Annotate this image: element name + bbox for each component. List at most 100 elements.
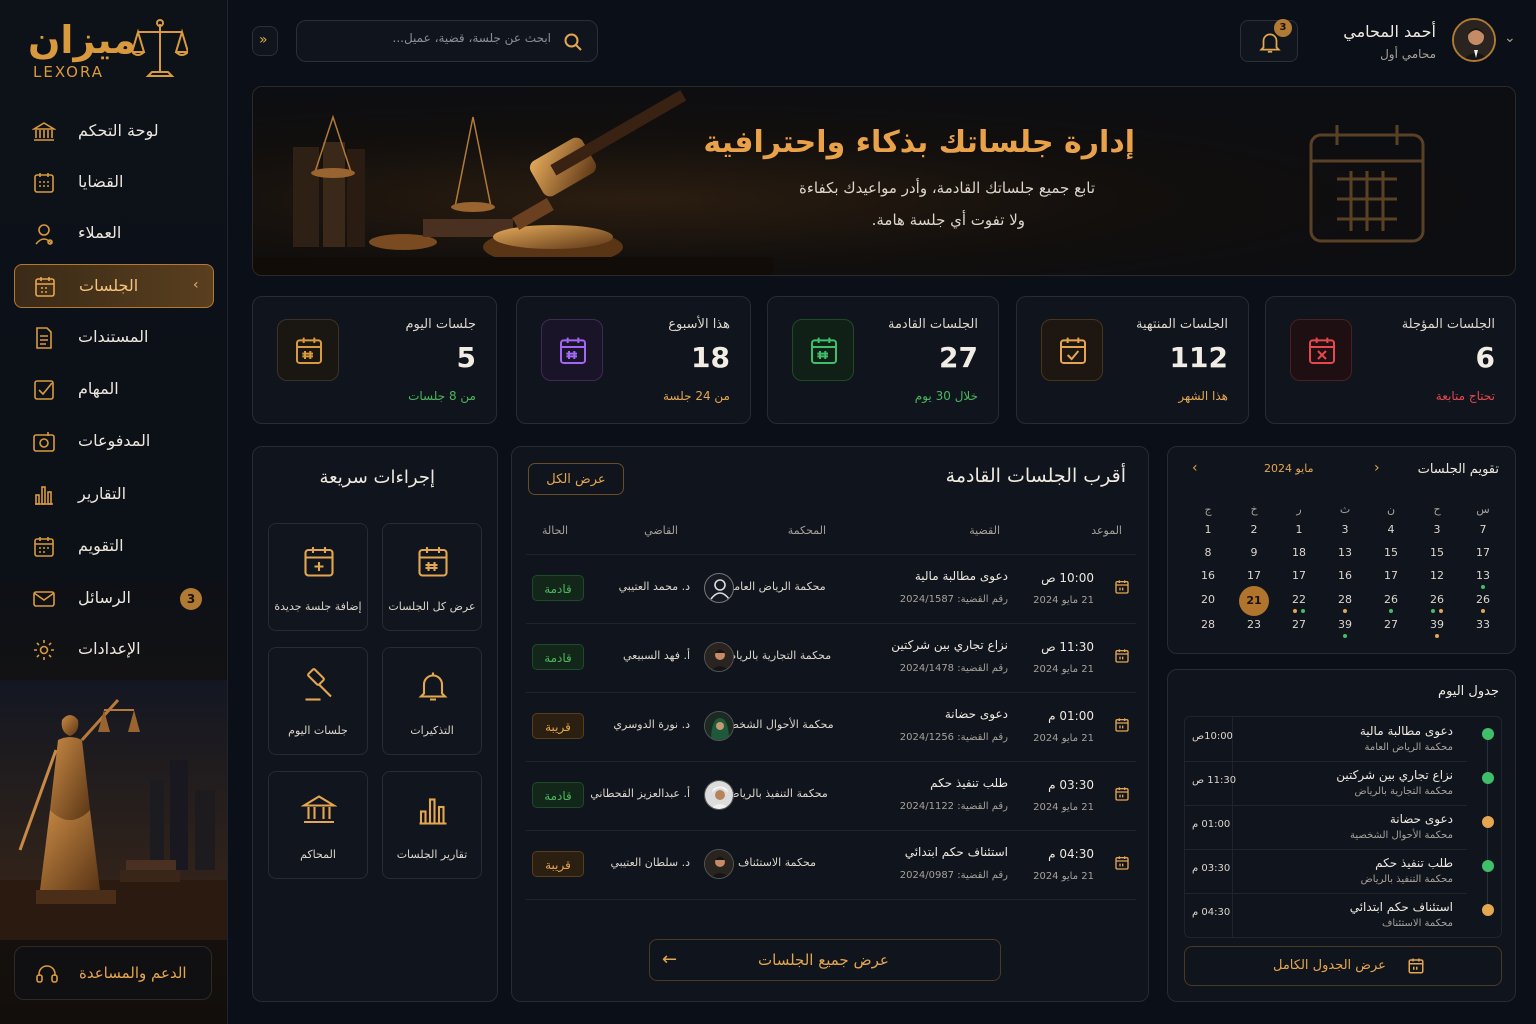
calendar-day[interactable]: 17 [1376,569,1406,589]
stat-icon-box [1041,319,1103,381]
sidebar-item-payments[interactable]: المدفوعات [14,420,214,464]
quick-action-reminders[interactable]: التذكيرات [382,647,482,755]
calendar-day[interactable]: 15 [1376,546,1406,566]
quick-action-courts[interactable]: المحاكم [268,771,368,879]
calendar-day[interactable]: 9 [1239,546,1269,566]
sidebar-item-dashboard[interactable]: لوحة التحكم [14,110,214,154]
stat-sub: تحتاج متابعة [1435,389,1495,403]
calendar-day[interactable]: 18 [1284,546,1314,566]
support-button[interactable]: الدعم والمساعدة [14,946,212,1000]
calendar-day[interactable]: 33 [1468,618,1498,638]
calendar-day[interactable]: 17 [1468,546,1498,566]
calendar-icon [1115,649,1129,663]
calendar-day[interactable]: 22 [1284,593,1314,613]
sidebar-item-documents[interactable]: المستندات [14,316,214,360]
schedule-court: محكمة الأحوال الشخصية [1350,830,1453,841]
calendar-day[interactable]: 23 [1239,618,1269,638]
search-bar[interactable] [296,20,598,62]
sidebar-item-label: المهام [78,379,119,398]
prev-month-icon[interactable]: ‹ [1192,460,1198,476]
calendar-day[interactable]: 15 [1422,546,1452,566]
search-input[interactable] [331,31,551,45]
calendar-day[interactable]: 27 [1376,618,1406,638]
calendar-icon [1115,580,1129,594]
full-schedule-button[interactable]: عرض الجدول الكامل [1184,946,1502,986]
stat-card-postponed[interactable]: الجلسات المؤجلة 6 تحتاج متابعة [1265,296,1516,424]
stat-card-upcoming[interactable]: الجلسات القادمة 27 خلال 30 يوم [767,296,999,424]
calendar-event-dot [1431,609,1435,613]
sidebar-item-messages[interactable]: الرسائل 3 [14,577,214,621]
calendar-day[interactable]: 8 [1193,546,1223,566]
session-judge: د. سلطان العتيبي [610,856,690,869]
schedule-item[interactable]: نزاع تجاري بين شركتين محكمة التجارية بال… [1184,762,1467,806]
schedule-case: طلب تنفيذ حكم [1375,856,1453,870]
brand-logo[interactable]: ميزان LEXORA [28,18,198,88]
calendar-day[interactable]: 27 [1284,618,1314,638]
user-avatar[interactable] [1452,18,1496,62]
column-header-status: الحالة [542,524,569,537]
session-time: 04:30 م [1048,847,1094,861]
calendar-day[interactable]: 7 [1468,523,1498,543]
sidebar-item-clients[interactable]: العملاء [14,212,214,256]
calendar-day[interactable]: 2 [1239,523,1269,543]
calendar-day[interactable]: 3 [1422,523,1452,543]
table-row[interactable]: 03:30 م 21 مايو 2024 طلب تنفيذ حكم رقم ا… [526,761,1136,829]
table-row[interactable]: 04:30 م 21 مايو 2024 استئناف حكم ابتدائي… [526,830,1136,898]
payment-icon [33,432,55,452]
quick-action-all-sessions[interactable]: عرض كل الجلسات [382,523,482,631]
table-row[interactable]: 11:30 ص 21 مايو 2024 نزاع تجاري بين شركت… [526,623,1136,691]
user-menu-chevron-icon[interactable]: ⌄ [1504,30,1516,46]
calendar-day[interactable]: 26 [1422,593,1452,613]
calendar-day-header: ح [1433,503,1441,516]
today-title: جدول اليوم [1438,684,1499,699]
stat-icon-box [792,319,854,381]
view-all-button[interactable]: عرض الكل [528,463,624,495]
document-icon [36,327,52,349]
session-judge: أ. عبدالعزيز القحطاني [590,787,690,800]
collapse-sidebar-button[interactable]: » [252,26,278,56]
judge-avatar [704,642,734,672]
stat-sub: من 24 جلسة [662,389,730,403]
schedule-item[interactable]: استئناف حكم ابتدائي محكمة الاستئناف 04:3… [1184,894,1467,938]
sidebar-item-calendar[interactable]: التقويم [14,525,214,569]
view-all-sessions-button[interactable]: ← عرض جميع الجلسات [649,939,1001,981]
sidebar-item-sessions[interactable]: الجلسات ‹ [14,264,214,308]
schedule-item[interactable]: طلب تنفيذ حكم محكمة التنفيذ بالرياض 03:3… [1184,850,1467,894]
quick-action-add-session[interactable]: إضافة جلسة جديدة [268,523,368,631]
table-row[interactable]: 01:00 م 21 مايو 2024 دعوى حضانة رقم القض… [526,692,1136,760]
calendar-day[interactable]: 16 [1193,569,1223,589]
session-time: 11:30 ص [1041,640,1094,654]
sidebar-item-tasks[interactable]: المهام [14,368,214,412]
sidebar-item-settings[interactable]: الإعدادات [14,628,214,672]
status-badge: قريبة [532,851,584,877]
calendar-day[interactable]: 1 [1284,523,1314,543]
status-badge: قريبة [532,713,584,739]
schedule-item[interactable]: دعوى مطالبة مالية محكمة الرياض العامة 10… [1184,718,1467,762]
stat-card-week[interactable]: هذا الأسبوع 18 من 24 جلسة [516,296,751,424]
gear-icon [34,640,54,660]
calendar-day[interactable]: 20 [1193,593,1223,613]
quick-action-session-reports[interactable]: تقارير الجلسات [382,771,482,879]
session-judge: د. محمد العتيبي [618,580,690,593]
calendar-day[interactable]: 4 [1376,523,1406,543]
next-month-icon[interactable]: › [1374,460,1380,476]
calendar-day[interactable]: 16 [1330,569,1360,589]
bell-icon [418,672,448,701]
calendar-day[interactable]: 1 [1193,523,1223,543]
notifications-button[interactable]: 3 [1240,19,1298,62]
calendar-day[interactable]: 17 [1284,569,1314,589]
sidebar-item-reports[interactable]: التقارير [14,473,214,517]
calendar-day[interactable]: 3 [1330,523,1360,543]
sidebar-item-cases[interactable]: القضايا [14,161,214,205]
judge-avatar [704,573,734,603]
stat-card-today[interactable]: جلسات اليوم 5 من 8 جلسات [252,296,497,424]
stat-card-completed[interactable]: الجلسات المنتهية 112 هذا الشهر [1016,296,1249,424]
calendar-day[interactable]: 12 [1422,569,1452,589]
quick-action-label: إضافة جلسة جديدة [274,600,362,613]
schedule-item[interactable]: دعوى حضانة محكمة الأحوال الشخصية 01:00 م [1184,806,1467,850]
quick-action-today-sessions[interactable]: جلسات اليوم [268,647,368,755]
calendar-day[interactable]: 13 [1330,546,1360,566]
calendar-day[interactable]: 28 [1193,618,1223,638]
table-row[interactable]: 10:00 ص 21 مايو 2024 دعوى مطالبة مالية ر… [526,554,1136,622]
calendar-day-today[interactable]: 21 [1239,586,1269,616]
